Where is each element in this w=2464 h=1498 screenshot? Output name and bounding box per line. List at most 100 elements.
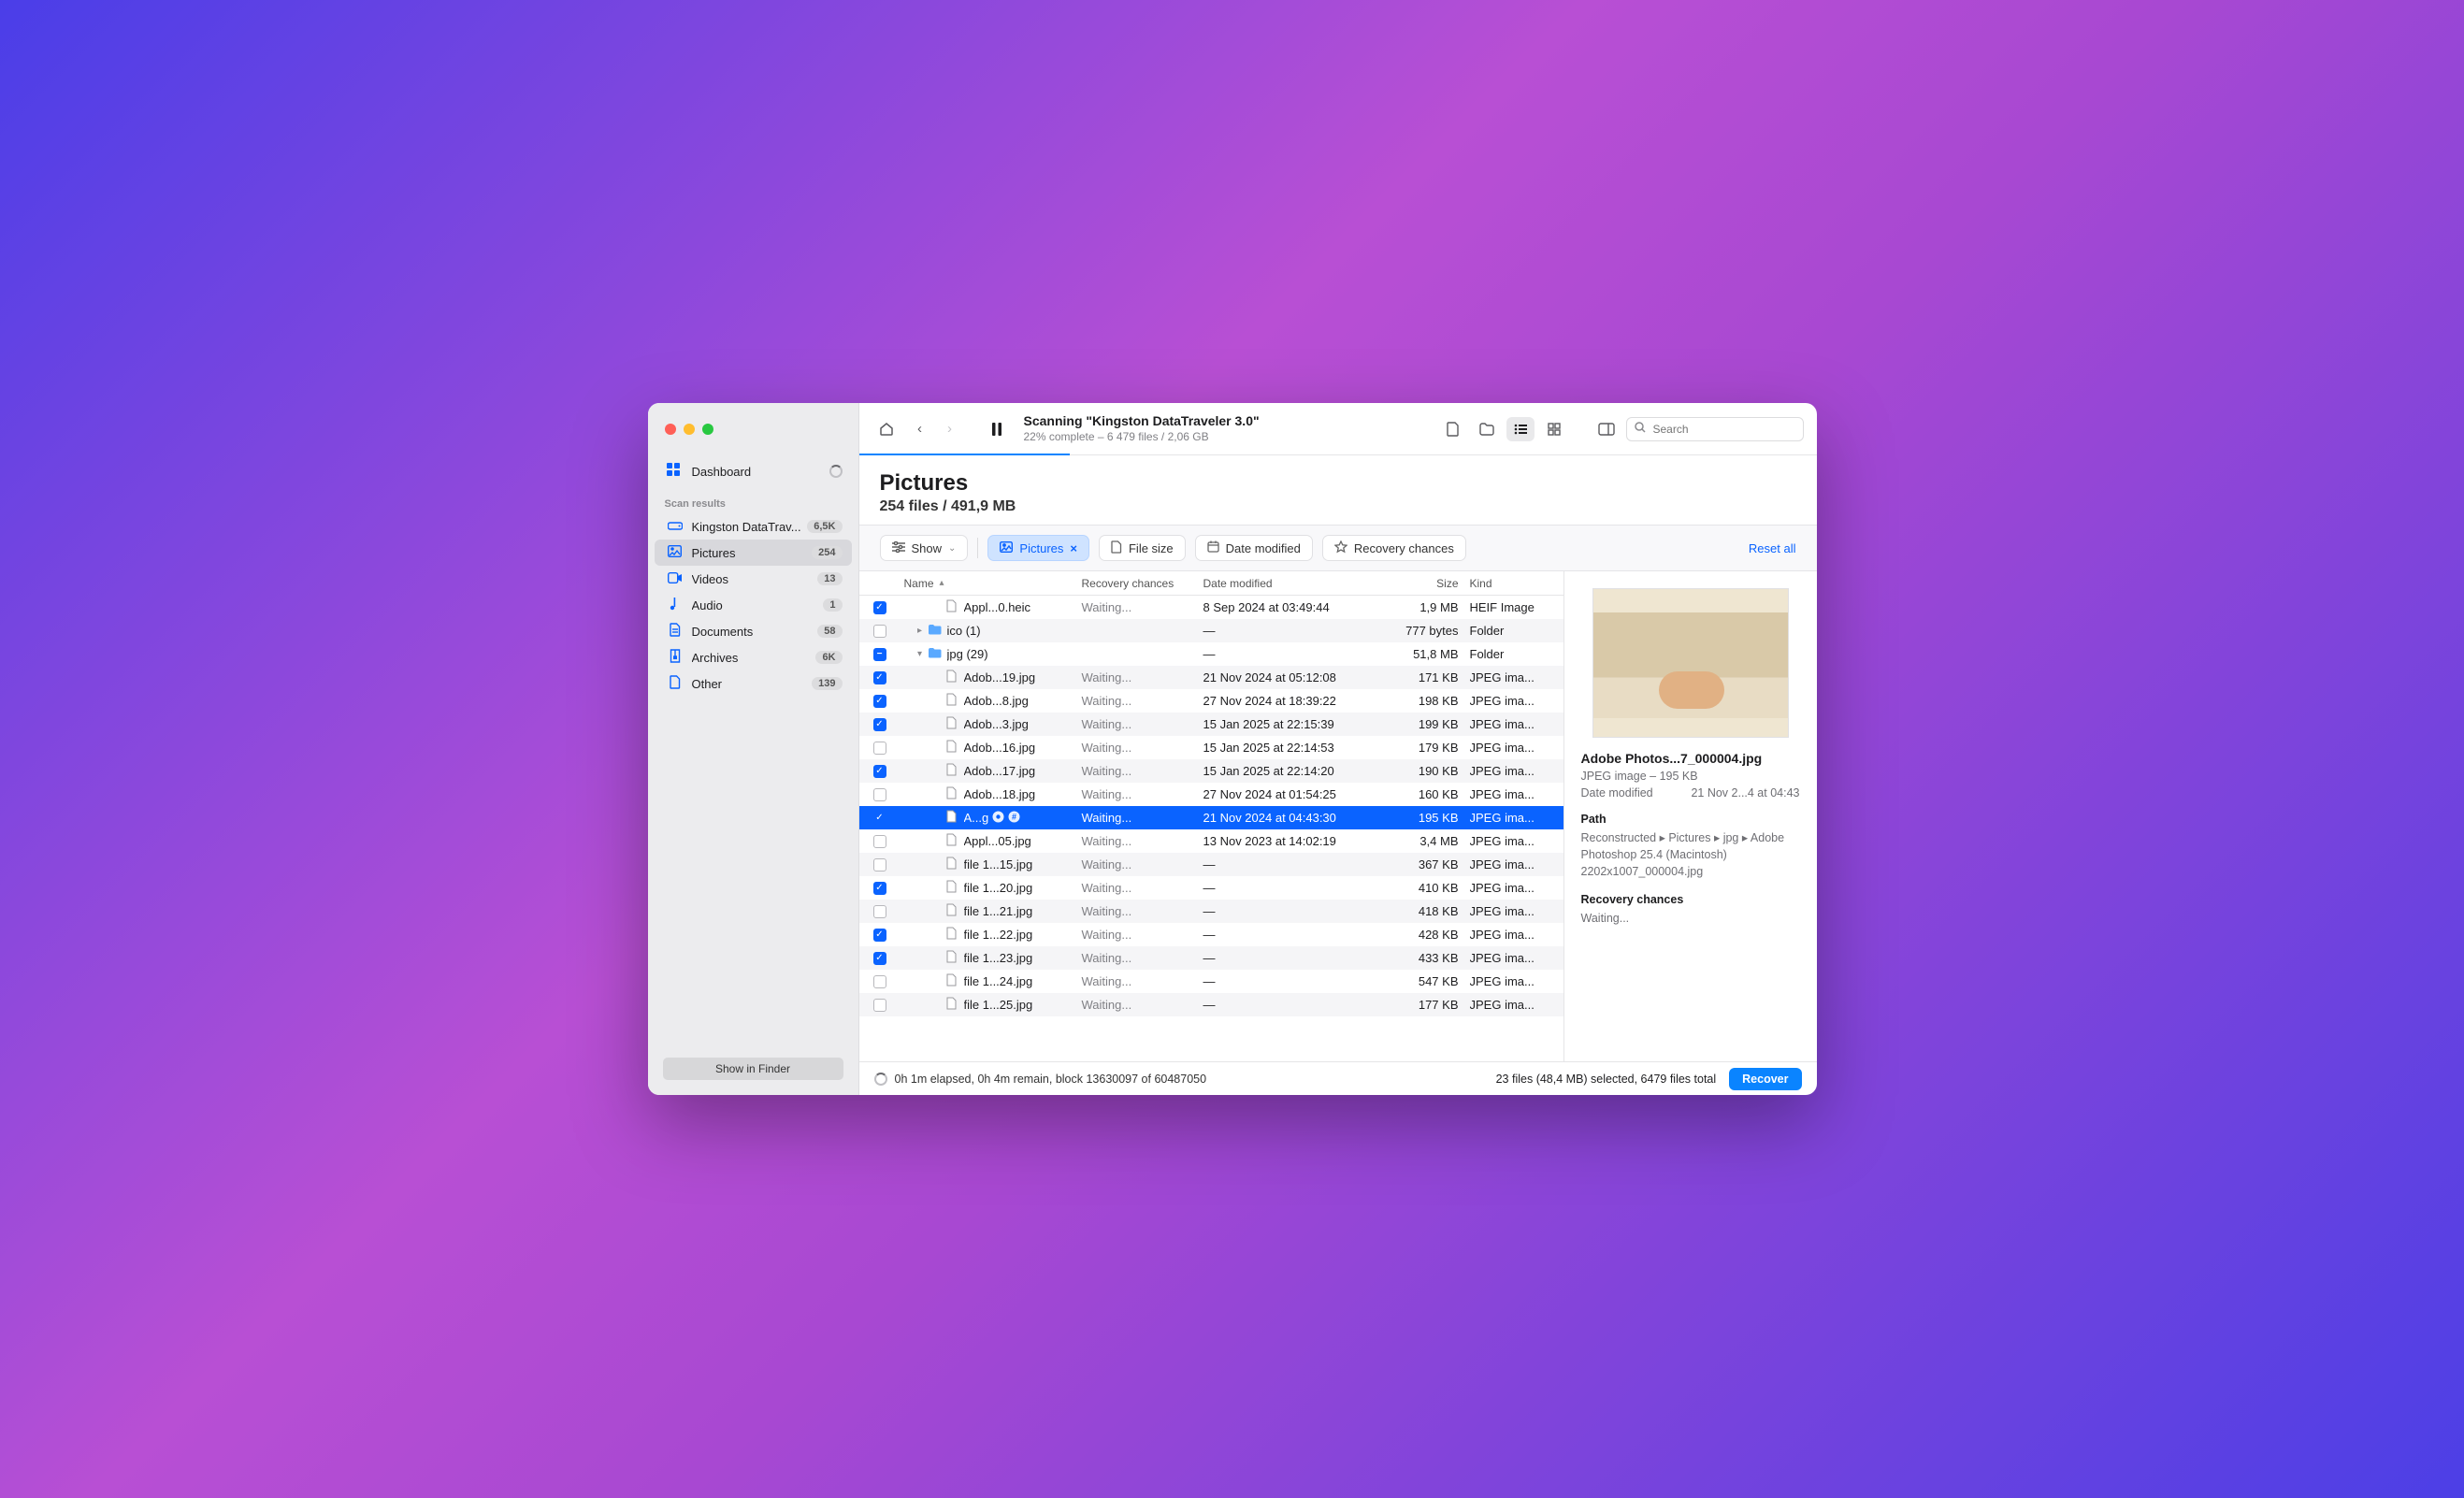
- column-size[interactable]: Size: [1381, 577, 1470, 590]
- column-name[interactable]: Name ▴: [897, 577, 1082, 590]
- folder-icon: [927, 624, 944, 638]
- clear-filter-icon[interactable]: ×: [1070, 541, 1077, 555]
- sidebar-item-label: Other: [692, 677, 813, 691]
- row-kind: JPEG ima...: [1470, 670, 1563, 684]
- column-kind[interactable]: Kind: [1470, 577, 1563, 590]
- filter-date-label: Date modified: [1226, 541, 1301, 555]
- main: ‹ › Scanning "Kingston DataTraveler 3.0"…: [859, 403, 1817, 1095]
- preview-title: Adobe Photos...7_000004.jpg: [1581, 751, 1800, 766]
- row-size: 433 KB: [1381, 951, 1470, 965]
- star-icon: [1334, 540, 1347, 556]
- file-row[interactable]: file 1...15.jpgWaiting...—367 KBJPEG ima…: [859, 853, 1563, 876]
- row-checkbox[interactable]: [873, 905, 886, 918]
- filter-date[interactable]: Date modified: [1195, 535, 1313, 561]
- filter-size[interactable]: File size: [1099, 535, 1186, 561]
- toggle-preview-button[interactable]: [1592, 417, 1621, 441]
- file-row[interactable]: Adob...8.jpgWaiting...27 Nov 2024 at 18:…: [859, 689, 1563, 713]
- row-name: Adob...18.jpg: [964, 787, 1036, 801]
- file-row[interactable]: file 1...24.jpgWaiting...—547 KBJPEG ima…: [859, 970, 1563, 993]
- file-row[interactable]: Adob...17.jpgWaiting...15 Jan 2025 at 22…: [859, 759, 1563, 783]
- filter-kind[interactable]: Pictures ×: [987, 535, 1089, 561]
- column-recovery[interactable]: Recovery chances: [1082, 577, 1203, 590]
- sidebar-item-pictures[interactable]: Pictures254: [655, 540, 852, 566]
- sidebar-item-other[interactable]: Other139: [655, 670, 852, 697]
- row-checkbox[interactable]: [873, 788, 886, 801]
- search-field[interactable]: [1626, 417, 1804, 441]
- row-checkbox[interactable]: [873, 835, 886, 848]
- file-row[interactable]: file 1...22.jpgWaiting...—428 KBJPEG ima…: [859, 923, 1563, 946]
- file-row[interactable]: file 1...25.jpgWaiting...—177 KBJPEG ima…: [859, 993, 1563, 1016]
- folder-icon: [927, 647, 944, 661]
- folder-row[interactable]: ▸ico (1)—777 bytesFolder: [859, 619, 1563, 642]
- forward-button[interactable]: ›: [936, 417, 964, 441]
- filter-recovery[interactable]: Recovery chances: [1322, 535, 1466, 561]
- row-date: —: [1203, 998, 1381, 1012]
- file-row[interactable]: file 1...23.jpgWaiting...—433 KBJPEG ima…: [859, 946, 1563, 970]
- show-in-finder-button[interactable]: Show in Finder: [663, 1058, 843, 1080]
- row-checkbox[interactable]: [873, 765, 886, 778]
- sidebar-item-documents[interactable]: Documents58: [655, 618, 852, 644]
- recover-button[interactable]: Recover: [1729, 1068, 1801, 1090]
- preview-path-label: Path: [1581, 813, 1800, 826]
- file-row[interactable]: A...g#Waiting...21 Nov 2024 at 04:43:301…: [859, 806, 1563, 829]
- row-recovery: Waiting...: [1082, 834, 1203, 848]
- file-row[interactable]: file 1...20.jpgWaiting...—410 KBJPEG ima…: [859, 876, 1563, 900]
- row-checkbox[interactable]: [873, 812, 886, 825]
- file-row[interactable]: file 1...21.jpgWaiting...—418 KBJPEG ima…: [859, 900, 1563, 923]
- row-checkbox[interactable]: [873, 695, 886, 708]
- sidebar-item-audio[interactable]: Audio1: [655, 592, 852, 618]
- sidebar-item-videos[interactable]: Videos13: [655, 566, 852, 592]
- view-grid-button[interactable]: [1540, 417, 1568, 441]
- row-checkbox[interactable]: [873, 625, 886, 638]
- dashboard-icon: [666, 462, 684, 482]
- sidebar-item-archives[interactable]: Archives6K: [655, 644, 852, 670]
- sidebar-device[interactable]: Kingston DataTrav... 6,5K: [655, 513, 852, 540]
- row-checkbox[interactable]: [873, 882, 886, 895]
- disclosure-icon[interactable]: ▸: [914, 626, 927, 636]
- close-window-button[interactable]: [665, 424, 676, 435]
- row-checkbox[interactable]: [873, 601, 886, 614]
- row-checkbox[interactable]: [873, 952, 886, 965]
- reset-filters-button[interactable]: Reset all: [1749, 541, 1796, 555]
- file-row[interactable]: Appl...0.heicWaiting...8 Sep 2024 at 03:…: [859, 596, 1563, 619]
- view-list-button[interactable]: [1506, 417, 1535, 441]
- folder-row[interactable]: ▾jpg (29)—51,8 MBFolder: [859, 642, 1563, 666]
- view-file-button[interactable]: [1439, 417, 1467, 441]
- filter-show[interactable]: Show ⌄: [880, 535, 969, 561]
- disclosure-icon[interactable]: ▾: [914, 649, 927, 659]
- row-checkbox[interactable]: [873, 671, 886, 684]
- sidebar-dashboard[interactable]: Dashboard: [655, 455, 852, 487]
- scan-status-text: 0h 1m elapsed, 0h 4m remain, block 13630…: [895, 1073, 1207, 1086]
- column-date[interactable]: Date modified: [1203, 577, 1381, 590]
- file-row[interactable]: Adob...18.jpgWaiting...27 Nov 2024 at 01…: [859, 783, 1563, 806]
- back-button[interactable]: ‹: [906, 417, 934, 441]
- minimize-window-button[interactable]: [684, 424, 695, 435]
- zoom-window-button[interactable]: [702, 424, 713, 435]
- sidebar-item-badge: 13: [817, 572, 842, 585]
- row-checkbox[interactable]: [873, 742, 886, 755]
- row-checkbox[interactable]: [873, 648, 886, 661]
- pause-scan-button[interactable]: [983, 417, 1011, 441]
- file-row[interactable]: Adob...3.jpgWaiting...15 Jan 2025 at 22:…: [859, 713, 1563, 736]
- search-input[interactable]: [1651, 422, 1800, 437]
- file-row[interactable]: Adob...19.jpgWaiting...21 Nov 2024 at 05…: [859, 666, 1563, 689]
- filter-bar: Show ⌄ Pictures × File size: [859, 525, 1817, 571]
- row-checkbox[interactable]: [873, 999, 886, 1012]
- row-kind: JPEG ima...: [1470, 787, 1563, 801]
- home-button[interactable]: [872, 417, 901, 441]
- filter-kind-label: Pictures: [1019, 541, 1063, 555]
- image-icon: [1000, 541, 1013, 555]
- row-date: —: [1203, 951, 1381, 965]
- file-row[interactable]: Adob...16.jpgWaiting...15 Jan 2025 at 22…: [859, 736, 1563, 759]
- row-checkbox[interactable]: [873, 718, 886, 731]
- row-date: 8 Sep 2024 at 03:49:44: [1203, 600, 1381, 614]
- scan-progress: [859, 454, 1817, 455]
- row-date: —: [1203, 857, 1381, 871]
- row-date: —: [1203, 928, 1381, 942]
- row-kind: HEIF Image: [1470, 600, 1563, 614]
- row-checkbox[interactable]: [873, 929, 886, 942]
- file-row[interactable]: Appl...05.jpgWaiting...13 Nov 2023 at 14…: [859, 829, 1563, 853]
- row-checkbox[interactable]: [873, 858, 886, 871]
- row-checkbox[interactable]: [873, 975, 886, 988]
- view-folder-button[interactable]: [1473, 417, 1501, 441]
